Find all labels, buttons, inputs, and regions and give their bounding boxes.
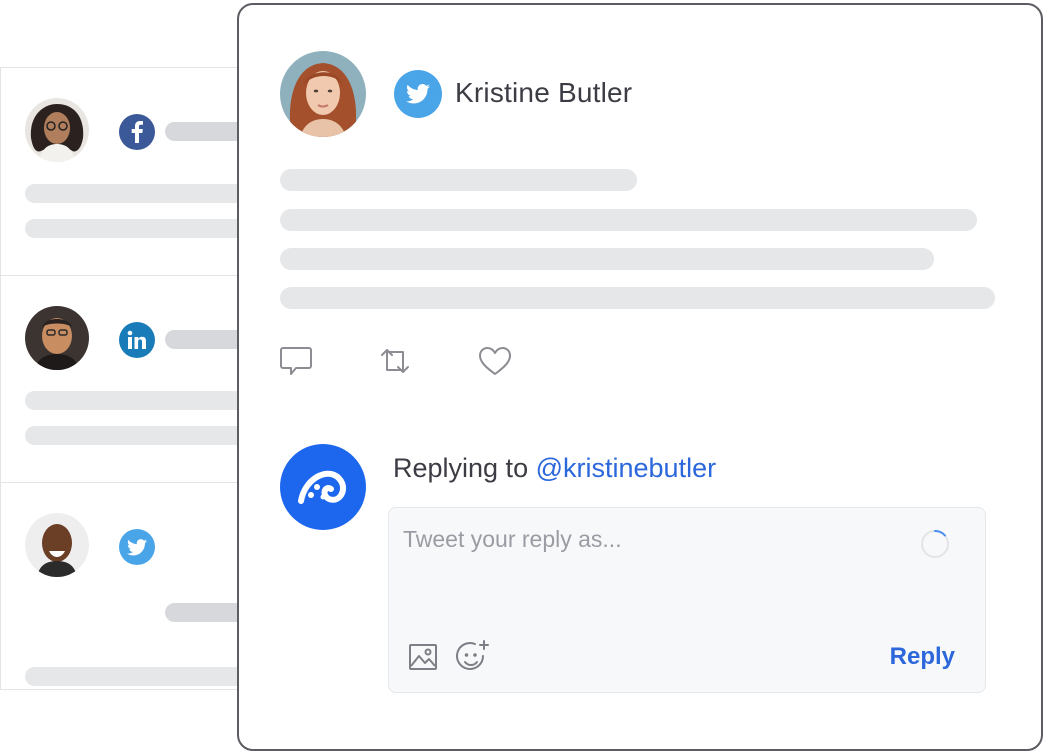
- image-icon[interactable]: [405, 639, 441, 675]
- placeholder-bar: [25, 219, 261, 238]
- avatar: [25, 306, 89, 370]
- placeholder-bar: [280, 169, 637, 191]
- reply-button[interactable]: Reply: [890, 643, 955, 671]
- placeholder-bar: [25, 391, 261, 410]
- feed-item-facebook[interactable]: [1, 68, 261, 274]
- author-avatar[interactable]: [280, 51, 366, 137]
- loading-spinner-icon: [920, 529, 950, 559]
- linkedin-icon: [119, 322, 155, 358]
- placeholder-bar: [25, 426, 261, 445]
- placeholder-bar: [25, 667, 261, 686]
- feed-item-twitter[interactable]: [1, 482, 261, 689]
- placeholder-bar: [280, 209, 977, 231]
- avatar: [25, 513, 89, 577]
- reply-composer: Reply: [388, 507, 986, 693]
- comment-icon[interactable]: [278, 343, 314, 379]
- author-name[interactable]: Kristine Butler: [455, 77, 632, 109]
- twitter-icon: [394, 70, 442, 118]
- post-detail-card: Kristine Butler Replying to @kristinebut…: [237, 3, 1043, 751]
- placeholder-bar: [280, 248, 934, 270]
- avatar: [25, 98, 89, 162]
- feed-list: [0, 67, 261, 690]
- facebook-icon: [119, 114, 155, 150]
- replying-prefix: Replying to: [393, 453, 529, 483]
- twitter-icon: [119, 529, 155, 565]
- placeholder-bar: [280, 287, 995, 309]
- add-emoji-icon[interactable]: [455, 639, 491, 675]
- feed-item-linkedin[interactable]: [1, 275, 261, 482]
- placeholder-bar: [25, 184, 261, 203]
- reply-handle-link[interactable]: @kristinebutler: [536, 453, 716, 483]
- reply-input[interactable]: [403, 526, 893, 606]
- heart-icon[interactable]: [477, 343, 513, 379]
- brand-logo-icon: [280, 444, 366, 530]
- replying-to-label: Replying to @kristinebutler: [393, 453, 716, 484]
- retweet-icon[interactable]: [377, 343, 413, 379]
